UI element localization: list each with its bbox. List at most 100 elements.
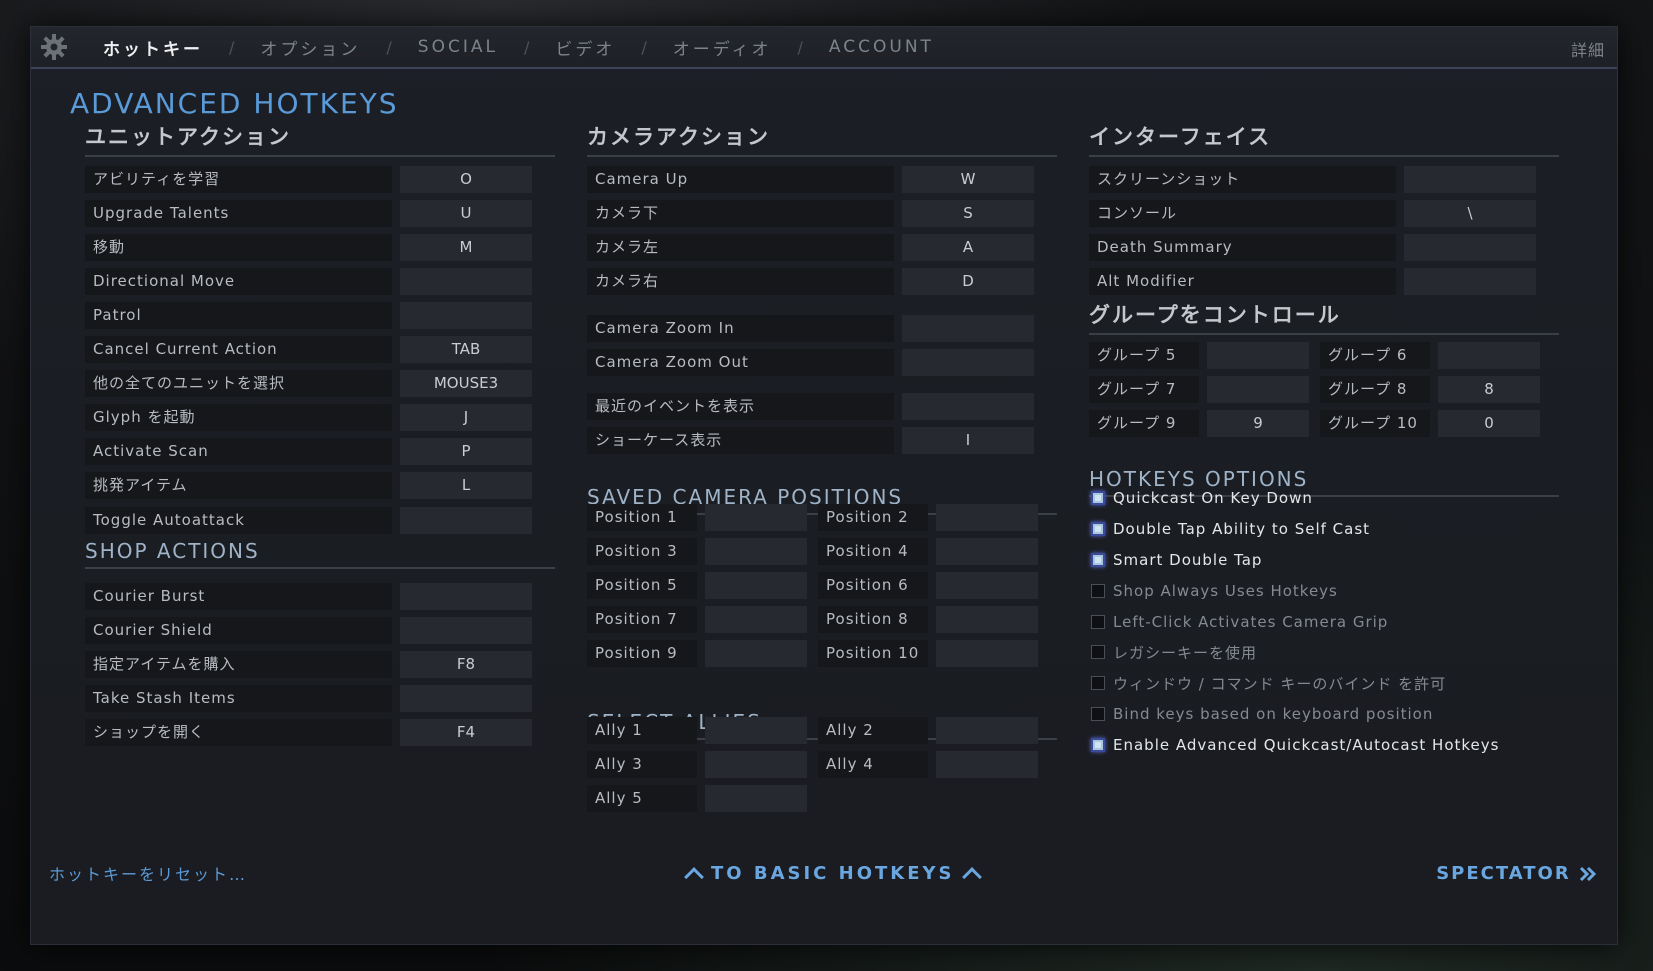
hotkey-key-button[interactable]: TAB [400, 336, 532, 363]
option-checkbox[interactable] [1091, 615, 1105, 629]
hotkey-key-button[interactable] [1438, 342, 1540, 369]
tab-audio[interactable]: オーディオ [673, 35, 772, 60]
hotkey-key-button[interactable] [705, 751, 807, 778]
hotkey-key-button[interactable] [705, 640, 807, 667]
hotkey-label: Upgrade Talents [85, 200, 392, 227]
hotkey-key-button[interactable] [902, 315, 1034, 342]
gear-icon[interactable] [39, 32, 69, 62]
hotkey-key-button[interactable] [936, 751, 1038, 778]
tab-social[interactable]: SOCIAL [418, 37, 498, 57]
option-checkbox[interactable] [1091, 522, 1105, 536]
hotkey-key-button[interactable]: P [400, 438, 532, 465]
hotkey-key-button[interactable] [400, 617, 532, 644]
hotkey-key-button[interactable]: J [400, 404, 532, 431]
hotkey-key-button[interactable]: S [902, 200, 1034, 227]
details-button[interactable]: 詳細 [1571, 37, 1605, 61]
hotkey-label: Directional Move [85, 268, 392, 295]
hotkey-key-button[interactable]: O [400, 166, 532, 193]
hotkey-key-button[interactable]: U [400, 200, 532, 227]
hotkey-label: ショップを開く [85, 719, 392, 746]
hotkey-option[interactable]: Enable Advanced Quickcast/Autocast Hotke… [1091, 733, 1499, 757]
option-label: レガシーキーを使用 [1113, 643, 1258, 662]
hotkey-key-button[interactable] [705, 538, 807, 565]
hotkey-key-button[interactable]: F4 [400, 719, 532, 746]
to-basic-hotkeys-button[interactable]: TO BASIC HOTKEYS [677, 863, 989, 887]
reset-hotkeys-link[interactable]: ホットキーをリセット… [49, 861, 247, 885]
hotkey-key-button[interactable]: M [400, 234, 532, 261]
spectator-label: SPECTATOR [1436, 863, 1571, 884]
hotkey-key-button[interactable] [936, 538, 1038, 565]
hotkey-key-button[interactable] [400, 302, 532, 329]
hotkey-key-button[interactable] [400, 583, 532, 610]
hotkey-label: カメラ右 [587, 268, 894, 295]
option-checkbox[interactable] [1091, 553, 1105, 567]
hotkey-label: 挑発アイテム [85, 472, 392, 499]
hotkey-key-button[interactable] [705, 785, 807, 812]
hotkey-row: グループ 7 [1089, 376, 1309, 403]
hotkey-option[interactable]: Double Tap Ability to Self Cast [1091, 517, 1370, 541]
tab-options[interactable]: オプション [260, 35, 360, 60]
hotkey-key-button[interactable] [400, 507, 532, 534]
hotkey-key-button[interactable]: 9 [1207, 410, 1309, 437]
option-checkbox[interactable] [1091, 707, 1105, 721]
hotkey-key-button[interactable]: \ [1404, 200, 1536, 227]
tab-account[interactable]: ACCOUNT [829, 37, 934, 57]
hotkey-key-button[interactable]: 8 [1438, 376, 1540, 403]
tab-hotkeys[interactable]: ホットキー [103, 35, 203, 60]
hotkey-key-button[interactable]: W [902, 166, 1034, 193]
spectator-button[interactable]: SPECTATOR [1436, 863, 1597, 884]
hotkey-key-button[interactable] [705, 606, 807, 633]
hotkey-key-button[interactable] [936, 606, 1038, 633]
option-checkbox[interactable] [1091, 645, 1105, 659]
hotkey-row: Camera Up W [587, 166, 1034, 193]
hotkey-key-button[interactable] [705, 717, 807, 744]
hotkey-key-button[interactable] [902, 393, 1034, 420]
hotkey-option[interactable]: ウィンドウ / コマンド キーのバインド を許可 [1091, 671, 1446, 695]
hotkey-option[interactable]: Quickcast On Key Down [1091, 486, 1313, 510]
hotkey-option[interactable]: Smart Double Tap [1091, 548, 1262, 572]
hotkey-label: Death Summary [1089, 234, 1396, 261]
chevron-up-icon [961, 867, 982, 887]
hotkey-key-button[interactable]: I [902, 427, 1034, 454]
hotkey-row: カメラ下 S [587, 200, 1034, 227]
hotkey-option[interactable]: Shop Always Uses Hotkeys [1091, 579, 1338, 603]
hotkey-key-button[interactable] [936, 572, 1038, 599]
hotkey-key-button[interactable] [1404, 268, 1536, 295]
hotkey-row: Ally 4 [818, 751, 1038, 778]
hotkey-row: グループ 5 [1089, 342, 1309, 369]
hotkey-row: Position 4 [818, 538, 1038, 565]
hotkey-key-button[interactable] [936, 640, 1038, 667]
hotkey-option[interactable]: レガシーキーを使用 [1091, 640, 1257, 664]
hotkey-key-button[interactable] [1404, 166, 1536, 193]
hotkey-option[interactable]: Bind keys based on keyboard position [1091, 702, 1433, 726]
hotkey-key-button[interactable]: L [400, 472, 532, 499]
hotkey-key-button[interactable] [936, 717, 1038, 744]
hotkey-key-button[interactable]: 0 [1438, 410, 1540, 437]
hotkey-key-button[interactable] [400, 685, 532, 712]
tab-video[interactable]: ビデオ [555, 35, 615, 60]
option-checkbox[interactable] [1091, 584, 1105, 598]
hotkey-key-button[interactable]: A [902, 234, 1034, 261]
hotkey-key-button[interactable] [705, 572, 807, 599]
hotkey-label: アビリティを学習 [85, 166, 392, 193]
hotkey-option[interactable]: Left-Click Activates Camera Grip [1091, 610, 1388, 634]
hotkey-key-button[interactable] [1404, 234, 1536, 261]
hotkey-key-button[interactable] [902, 349, 1034, 376]
hotkey-key-button[interactable]: F8 [400, 651, 532, 678]
hotkey-key-button[interactable] [705, 504, 807, 531]
option-checkbox[interactable] [1091, 738, 1105, 752]
hotkey-key-button[interactable]: MOUSE3 [400, 370, 532, 397]
hotkey-key-button[interactable] [1207, 376, 1309, 403]
hotkey-row: 最近のイベントを表示 [587, 393, 1034, 420]
option-checkbox[interactable] [1091, 491, 1105, 505]
hotkey-key-button[interactable] [936, 504, 1038, 531]
hotkey-row: Cancel Current Action TAB [85, 336, 532, 363]
option-checkbox[interactable] [1091, 676, 1105, 690]
hotkey-key-button[interactable] [1207, 342, 1309, 369]
hotkey-key-button[interactable] [400, 268, 532, 295]
chevron-up-icon [684, 867, 704, 887]
hotkey-row: Position 7 [587, 606, 807, 633]
hotkey-key-button[interactable]: D [902, 268, 1034, 295]
option-label: Shop Always Uses Hotkeys [1113, 582, 1338, 600]
hotkey-row: Upgrade Talents U [85, 200, 532, 227]
